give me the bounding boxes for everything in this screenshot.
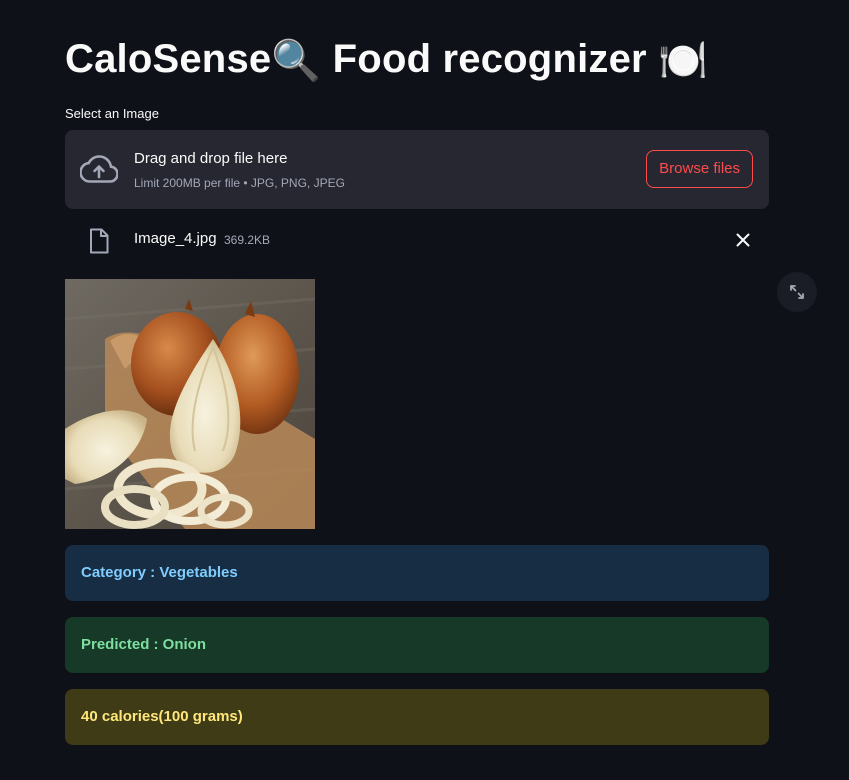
fullscreen-button[interactable] (777, 272, 817, 312)
app-main: CaloSense🔍 Food recognizer 🍽️ Select an … (0, 0, 849, 780)
cloud-upload-icon (80, 155, 118, 183)
drag-drop-text: Drag and drop file here (134, 150, 288, 167)
uploaded-file-name: Image_4.jpg (134, 230, 217, 247)
expand-icon (790, 285, 804, 299)
uploaded-food-image (65, 279, 315, 529)
calories-alert: 40 calories(100 grams) (65, 689, 769, 745)
category-text: Category : Vegetables (81, 564, 238, 581)
title-subtext: Food recognizer (321, 37, 647, 81)
prediction-alert: Predicted : Onion (65, 617, 769, 673)
onion-photo (65, 279, 315, 529)
file-dropzone[interactable]: Drag and drop file here Limit 200MB per … (65, 130, 769, 209)
prediction-text: Predicted : Onion (81, 636, 207, 653)
uploaded-file-row: Image_4.jpg 369.2KB (65, 222, 769, 258)
page-title: CaloSense🔍 Food recognizer 🍽️ (65, 30, 708, 90)
title-text: CaloSense (65, 37, 272, 81)
uploader-label: Select an Image (65, 106, 159, 121)
file-limit-text: Limit 200MB per file • JPG, PNG, JPEG (134, 176, 345, 190)
plate-cutlery-emoji-icon: 🍽️ (658, 39, 709, 84)
file-icon (90, 228, 109, 254)
category-alert: Category : Vegetables (65, 545, 769, 601)
uploaded-file-size: 369.2KB (224, 233, 271, 247)
browse-files-button[interactable]: Browse files (646, 150, 753, 188)
calories-text: 40 calories(100 grams) (81, 708, 243, 725)
magnifier-emoji-icon: 🔍 (271, 39, 322, 84)
close-icon[interactable] (734, 231, 752, 249)
